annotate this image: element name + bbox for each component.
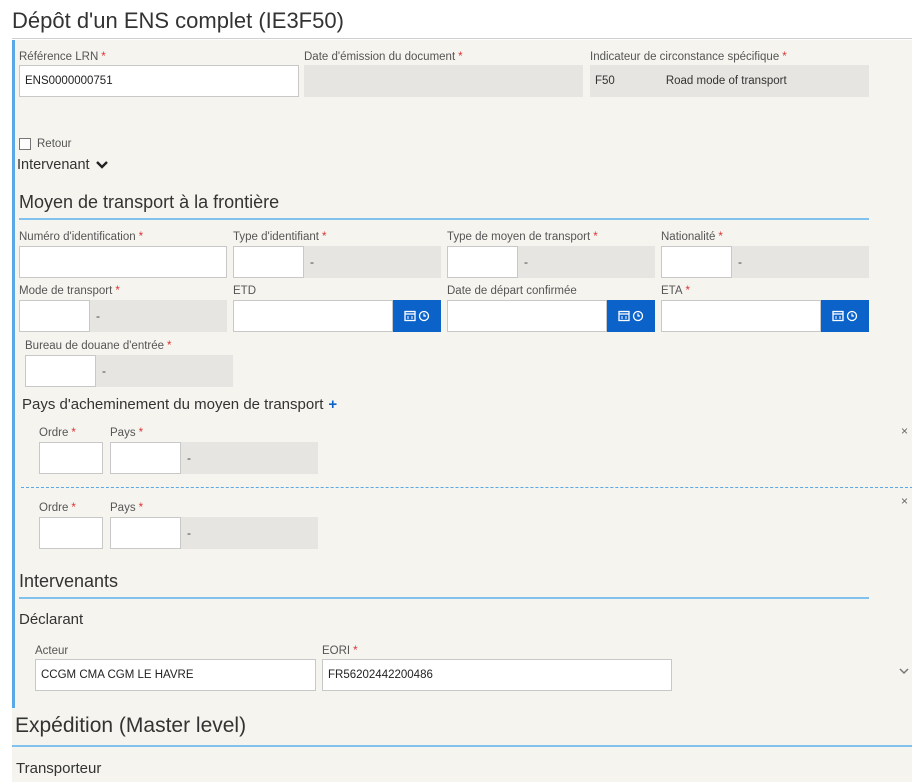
num-ident-label: Numéro d'identification *	[19, 231, 144, 243]
pays-label: Pays *	[110, 502, 144, 514]
bureau-label: Bureau de douane d'entrée *	[25, 340, 172, 352]
etd-label: ETD	[233, 285, 256, 297]
bureau-field: -	[25, 355, 233, 387]
pays-field: -	[110, 442, 318, 474]
declarant-title: Déclarant	[19, 611, 84, 628]
type-ident-field: -	[233, 246, 441, 278]
date-depart-calendar-button[interactable]	[607, 300, 655, 332]
type-moyen-field: -	[447, 246, 655, 278]
ordre-label: Ordre *	[39, 427, 76, 439]
indicator-code: F50	[595, 75, 615, 87]
num-ident-input[interactable]	[19, 246, 227, 278]
chevron-down-icon	[95, 161, 108, 169]
pays-label: Pays *	[110, 427, 144, 439]
ordre-input[interactable]	[39, 517, 103, 549]
form-panel: Référence LRN* Date d'émission du docume…	[12, 40, 912, 782]
date-depart-label: Date de départ confirmée	[447, 285, 577, 297]
mode-label: Mode de transport *	[19, 285, 120, 297]
page-title: Dépôt d'un ENS complet (IE3F50)	[12, 8, 344, 33]
add-pays-button[interactable]: +	[328, 396, 337, 413]
bureau-code-input[interactable]	[25, 355, 96, 387]
ordre-label: Ordre *	[39, 502, 76, 514]
acteur-input[interactable]	[35, 659, 316, 691]
date-depart-input[interactable]	[447, 300, 607, 332]
calendar-clock-icon	[832, 310, 858, 322]
type-moyen-dash: -	[524, 255, 528, 269]
nationalite-code-input[interactable]	[661, 246, 732, 278]
bureau-dash: -	[102, 364, 106, 378]
nationalite-dash: -	[738, 255, 742, 269]
chevron-down-icon[interactable]	[899, 662, 909, 680]
pays-code-input[interactable]	[110, 442, 181, 474]
etd-calendar-button[interactable]	[393, 300, 441, 332]
mode-field: -	[19, 300, 227, 332]
eori-input[interactable]	[322, 659, 672, 691]
type-moyen-code-input[interactable]	[447, 246, 518, 278]
retour-label: Retour	[37, 138, 72, 150]
ordre-input[interactable]	[39, 442, 103, 474]
eta-input[interactable]	[661, 300, 821, 332]
close-icon[interactable]: ×	[901, 494, 908, 508]
nationalite-field: -	[661, 246, 869, 278]
date-emission-field[interactable]	[304, 65, 583, 97]
etd-input[interactable]	[233, 300, 393, 332]
acteur-label: Acteur	[35, 645, 69, 657]
calendar-clock-icon	[404, 310, 430, 322]
retour-row: Retour	[19, 138, 72, 150]
transport-section-title: Moyen de transport à la frontière	[19, 192, 280, 212]
pays-dash: -	[187, 451, 191, 465]
expedition-divider	[12, 745, 912, 747]
retour-checkbox[interactable]	[19, 138, 31, 150]
eori-label: EORI *	[322, 645, 358, 657]
transporteur-title: Transporteur	[16, 760, 102, 777]
title-divider	[12, 38, 912, 39]
indicator-field[interactable]: F50 Road mode of transport	[590, 65, 869, 97]
close-icon[interactable]: ×	[901, 424, 908, 438]
lrn-input[interactable]	[19, 65, 299, 97]
pays-code-input[interactable]	[110, 517, 181, 549]
intervenants-section-divider	[19, 597, 869, 599]
intervenant-toggle-label: Intervenant	[17, 157, 90, 173]
indicator-label: Indicateur de circonstance spécifique *	[590, 51, 787, 63]
nationalite-label: Nationalité *	[661, 231, 723, 243]
pays-entry-divider	[21, 487, 912, 488]
type-ident-label: Type d'identifiant *	[233, 231, 327, 243]
calendar-clock-icon	[618, 310, 644, 322]
type-moyen-label: Type de moyen de transport *	[447, 231, 598, 243]
mode-code-input[interactable]	[19, 300, 90, 332]
date-emission-label: Date d'émission du document *	[304, 51, 463, 63]
expedition-section: Expédition (Master level) Transporteur	[12, 708, 912, 782]
pays-dash: -	[187, 526, 191, 540]
eta-calendar-button[interactable]	[821, 300, 869, 332]
indicator-text: Road mode of transport	[665, 75, 787, 87]
type-ident-code-input[interactable]	[233, 246, 304, 278]
eta-label: ETA *	[661, 285, 690, 297]
lrn-label: Référence LRN *	[19, 51, 106, 63]
transport-section-divider	[19, 218, 869, 220]
mode-dash: -	[96, 309, 100, 323]
expedition-title: Expédition (Master level)	[15, 714, 247, 737]
intervenant-toggle[interactable]: Intervenant	[17, 157, 108, 173]
intervenants-section-title: Intervenants	[19, 571, 119, 591]
pays-section-title: Pays d'acheminement du moyen de transpor…	[22, 396, 338, 413]
type-ident-dash: -	[310, 255, 314, 269]
pays-field: -	[110, 517, 318, 549]
